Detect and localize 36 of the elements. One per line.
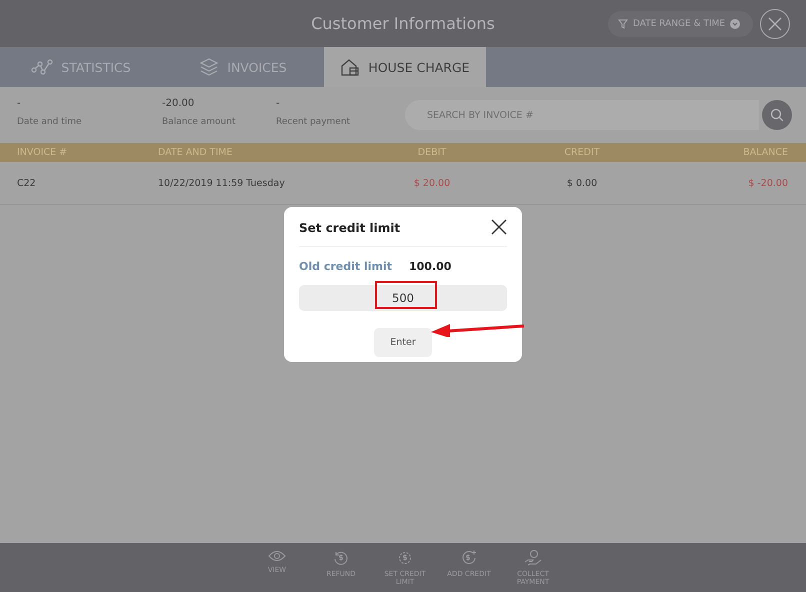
- chart-nodes-icon: [31, 59, 54, 75]
- table-cell-text: $ -20.00: [747, 178, 788, 188]
- old-limit-label: Old credit limit: [299, 260, 392, 273]
- tab[interactable]: HOUSE CHARGE: [324, 47, 486, 87]
- refund-icon: [333, 550, 349, 566]
- table-cell-text: 10/22/2019 11:59 Tuesday: [158, 178, 286, 188]
- highlight-frame: [375, 281, 437, 309]
- close-button[interactable]: [491, 218, 507, 234]
- search-icon: [770, 108, 784, 122]
- chevron-icon: [730, 19, 740, 29]
- enter-button[interactable]: Enter: [374, 328, 432, 357]
- add-coin-icon: [461, 550, 477, 566]
- summary-value: -: [17, 98, 22, 109]
- summary-label: Date and time: [17, 117, 82, 127]
- filter-icon: [618, 19, 628, 29]
- summary-label: Balance amount: [162, 117, 236, 127]
- page-title: Customer Informations: [311, 14, 495, 33]
- close-icon: [768, 17, 782, 31]
- summary-value: -: [276, 98, 281, 109]
- close-icon: [491, 218, 507, 234]
- search-button[interactable]: [762, 100, 792, 130]
- search-field[interactable]: SEARCH BY INVOICE #: [405, 100, 759, 130]
- layers-icon: [199, 58, 220, 76]
- table-cell-text: $ 0.00: [566, 178, 598, 188]
- old-limit-value: 100.00: [409, 260, 452, 273]
- summary-value: -20.00: [162, 98, 196, 109]
- dialog-title: Set credit limit: [299, 220, 400, 234]
- table-cell-text: C22: [17, 178, 37, 188]
- credit-limit-field[interactable]: 500: [299, 285, 507, 311]
- hand-coin-icon: [524, 550, 542, 566]
- table-cell-text: $ 20.00: [412, 178, 452, 188]
- gear-icon: [397, 550, 413, 566]
- eye-icon: [268, 550, 286, 562]
- date-filter-button[interactable]: DATE RANGE & TIME: [608, 11, 753, 37]
- house-icon: [340, 58, 360, 76]
- summary-label: Recent payment: [276, 117, 352, 127]
